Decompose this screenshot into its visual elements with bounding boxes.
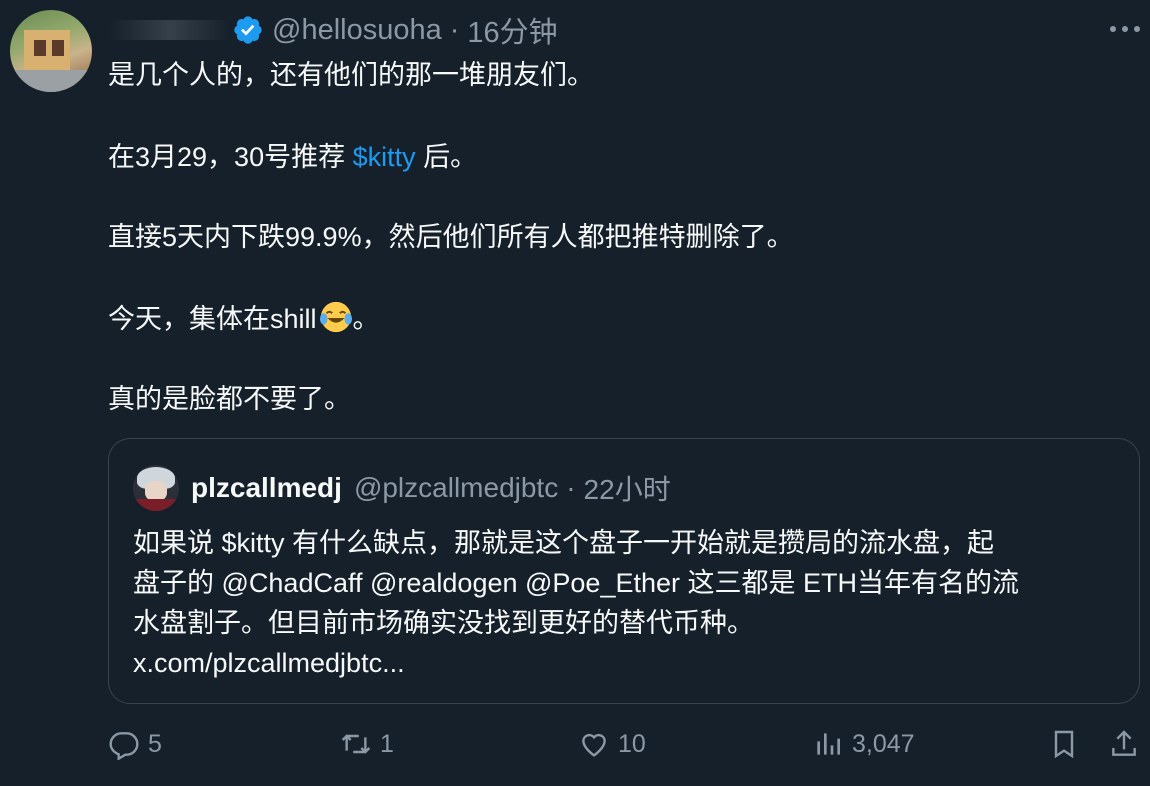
avatar-face: [145, 481, 167, 501]
views-button[interactable]: 3,047: [812, 728, 915, 760]
repost-icon: [341, 734, 371, 754]
dot-separator: ·: [449, 13, 460, 46]
author-display-name[interactable]: [110, 20, 230, 40]
post-header: @hellosuoha · 16分钟: [110, 9, 558, 51]
post-line-text: 今天，集体在shill: [108, 304, 317, 334]
action-bar: 5 1 10 3,047: [0, 728, 1150, 774]
views-chart-icon: [817, 733, 840, 755]
avatar-window: [34, 40, 46, 56]
post-timestamp[interactable]: 16分钟: [467, 9, 557, 51]
quoted-post-timestamp[interactable]: 22小时: [584, 468, 671, 508]
post-line: 在3月29，30号推荐 $kitty 后。: [108, 140, 1108, 174]
like-button[interactable]: 10: [578, 728, 646, 760]
quoted-author-handle[interactable]: @plzcallmedjbtc: [354, 472, 558, 504]
quoted-author-avatar[interactable]: [133, 465, 179, 511]
avatar-ground: [10, 70, 92, 92]
post-line: 真的是脸都不要了。: [108, 384, 351, 414]
like-count: 10: [618, 729, 646, 758]
bookmark-button[interactable]: [1048, 728, 1088, 760]
quoted-post-header: plzcallmedj @plzcallmedjbtc · 22小时: [133, 465, 671, 511]
reply-count: 5: [148, 729, 162, 758]
post-line-text: 后。: [415, 142, 478, 172]
quoted-author-name[interactable]: plzcallmedj: [191, 472, 342, 504]
repost-count: 1: [380, 729, 394, 758]
quoted-post-line: 水盘割子。但目前市场确实没找到更好的替代币种。: [133, 608, 754, 638]
dot-separator: ·: [566, 472, 576, 503]
cashtag-link[interactable]: $kitty: [353, 142, 416, 172]
more-options-icon[interactable]: [1110, 14, 1140, 44]
bookmark-icon: [1054, 730, 1074, 759]
quoted-post-line: 盘子的 @ChadCaff @realdogen @Poe_Ether 这三都是…: [133, 568, 1020, 598]
share-button[interactable]: [1108, 728, 1148, 760]
quoted-post-link[interactable]: x.com/plzcallmedjbtc...: [133, 643, 1113, 683]
post-body: 是几个人的，还有他们的那一堆朋友们。 在3月29，30号推荐 $kitty 后。…: [108, 58, 1108, 416]
laughing-tears-emoji-icon: [319, 301, 352, 333]
post-line: 是几个人的，还有他们的那一堆朋友们。: [108, 58, 1108, 96]
reply-button[interactable]: 5: [108, 728, 162, 760]
verified-badge-icon: [234, 16, 262, 44]
heart-icon: [582, 733, 606, 757]
quoted-post-line: 如果说 $kitty 有什么缺点，那就是这个盘子一开始就是攒局的流水盘，起: [133, 528, 995, 558]
post-line-text: 。: [352, 304, 380, 334]
author-handle[interactable]: @hellosuoha: [272, 14, 442, 47]
reply-icon: [109, 732, 139, 760]
quoted-post-body: 如果说 $kitty 有什么缺点，那就是这个盘子一开始就是攒局的流水盘，起 盘子…: [133, 523, 1113, 683]
post-line-text: 是几个人的，还有他们的那一堆朋友们。: [108, 60, 594, 90]
avatar-coat: [135, 499, 177, 511]
avatar-window: [52, 40, 64, 56]
repost-button[interactable]: 1: [340, 728, 394, 760]
author-avatar[interactable]: [10, 10, 92, 92]
post-line-text: 在3月29，30号推荐: [108, 142, 353, 172]
views-count: 3,047: [852, 729, 915, 758]
share-icon: [1112, 730, 1136, 756]
post-line: 今天，集体在shill 。: [108, 300, 1108, 336]
quoted-post[interactable]: plzcallmedj @plzcallmedjbtc · 22小时 如果说 $…: [108, 438, 1140, 704]
post-line: 直接5天内下跌99.9%，然后他们所有人都把推特删除了。: [108, 222, 794, 252]
